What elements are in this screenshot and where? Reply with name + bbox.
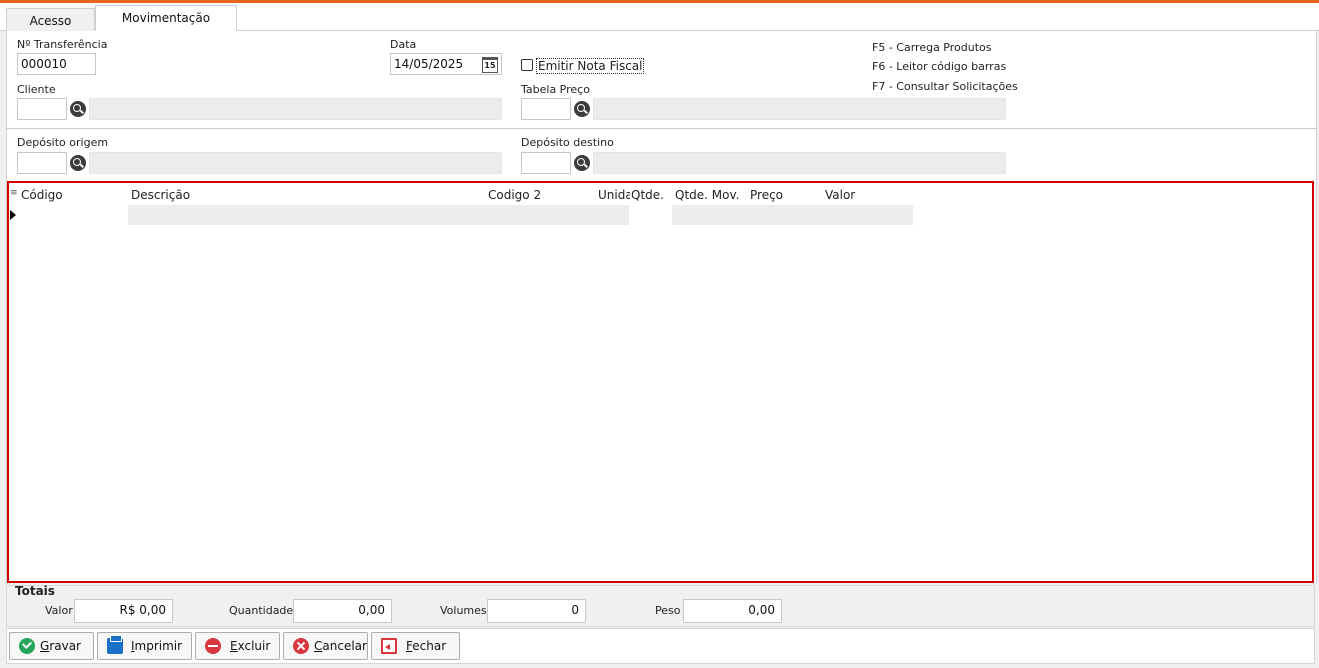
col-header-codigo2[interactable]: Codigo 2	[488, 188, 541, 202]
total-quantidade-field: 0,00	[293, 599, 392, 623]
total-volumes-label: Volumes	[440, 604, 487, 617]
dest-deposit-name-field	[593, 152, 1006, 174]
shortcut-f5: F5 - Carrega Produtos	[872, 41, 992, 54]
action-button-bar: Gravar Imprimir Excluir Cancelar Fechar	[6, 628, 1315, 664]
col-header-codigo[interactable]: Código	[21, 188, 63, 202]
total-volumes-field: 0	[487, 599, 586, 623]
origin-deposit-label: Depósito origem	[17, 136, 109, 149]
transfer-number-label: Nº Transferência	[17, 38, 108, 51]
total-valor-field: R$ 0,00	[74, 599, 173, 623]
dest-deposit-search-icon[interactable]	[574, 155, 590, 171]
client-search-icon[interactable]	[70, 101, 86, 117]
delete-minus-icon	[205, 638, 221, 654]
dest-deposit-label: Depósito destino	[521, 136, 614, 149]
col-header-qtde-mov[interactable]: Qtde. Mov.	[675, 188, 739, 202]
grid-row-cell-qtde-mov[interactable]	[672, 205, 913, 225]
save-check-icon	[19, 638, 35, 654]
price-table-code-input[interactable]	[521, 98, 571, 120]
total-peso-field: 0,00	[683, 599, 782, 623]
col-header-valor[interactable]: Valor	[825, 188, 855, 202]
imprimir-button[interactable]: Imprimir	[97, 632, 192, 660]
col-header-qtde[interactable]: Qtde.	[631, 188, 664, 202]
items-grid[interactable]: ≡ Código Descrição Codigo 2 Unida Qtde. …	[7, 181, 1314, 583]
tab-movimentacao[interactable]: Movimentação	[95, 5, 237, 31]
shortcut-f7: F7 - Consultar Solicitações	[872, 80, 1018, 93]
grid-menu-icon[interactable]: ≡	[10, 188, 18, 198]
price-table-label: Tabela Preço	[521, 83, 590, 96]
date-label: Data	[390, 38, 417, 51]
price-table-search-icon[interactable]	[574, 101, 590, 117]
client-code-input[interactable]	[17, 98, 67, 120]
price-table-name-field	[593, 98, 1006, 120]
client-name-field	[89, 98, 502, 120]
transfer-number-input[interactable]	[17, 53, 96, 75]
printer-icon	[107, 635, 123, 654]
section-divider	[7, 128, 1316, 129]
grid-row-cell-descricao[interactable]	[128, 205, 629, 225]
cancel-x-icon	[293, 638, 309, 654]
emit-invoice-label[interactable]: Emitir Nota Fiscal	[536, 58, 645, 74]
totals-panel: Totais Valor R$ 0,00 Quantidade 0,00 Vol…	[6, 584, 1315, 627]
total-valor-label: Valor	[45, 604, 73, 617]
origin-deposit-search-icon[interactable]	[70, 155, 86, 171]
client-label: Cliente	[17, 83, 56, 96]
col-header-preco[interactable]: Preço	[750, 188, 783, 202]
shortcut-f6: F6 - Leitor código barras	[872, 60, 1007, 73]
row-pointer-icon	[10, 210, 16, 220]
total-peso-label: Peso	[655, 604, 681, 617]
col-header-descricao[interactable]: Descrição	[131, 188, 190, 202]
dest-deposit-code-input[interactable]	[521, 152, 571, 174]
tab-acesso[interactable]: Acesso	[6, 8, 95, 31]
gravar-button[interactable]: Gravar	[9, 632, 94, 660]
tab-bar: Acesso Movimentação	[0, 3, 1319, 31]
calendar-icon[interactable]: 15	[482, 57, 498, 73]
totals-title: Totais	[15, 584, 55, 598]
fechar-button[interactable]: Fechar	[371, 632, 460, 660]
col-header-unidade[interactable]: Unida	[598, 188, 630, 202]
emit-invoice-checkbox[interactable]	[521, 59, 533, 71]
origin-deposit-name-field	[89, 152, 502, 174]
excluir-button[interactable]: Excluir	[195, 632, 280, 660]
origin-deposit-code-input[interactable]	[17, 152, 67, 174]
total-quantidade-label: Quantidade	[229, 604, 294, 617]
cancelar-button[interactable]: Cancelar	[283, 632, 368, 660]
exit-door-icon	[381, 638, 397, 654]
